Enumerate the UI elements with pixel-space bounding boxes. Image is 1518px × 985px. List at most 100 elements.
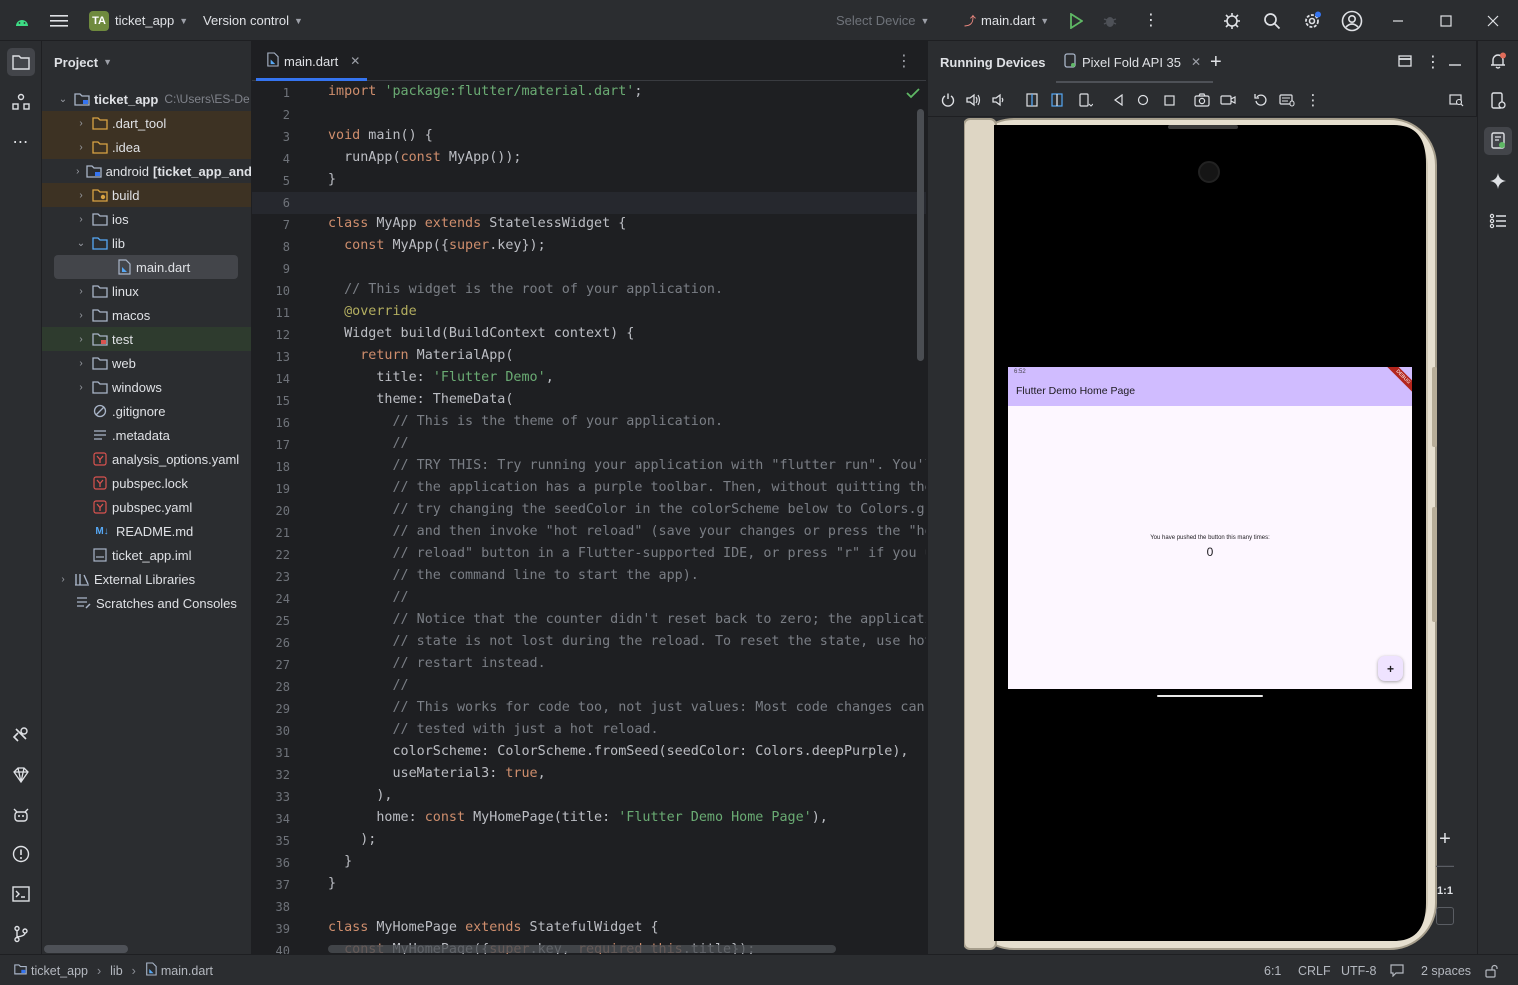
structure-tool-button[interactable] <box>7 88 35 116</box>
notifications-button[interactable] <box>1484 47 1512 75</box>
tree-item-label: build <box>112 187 140 203</box>
home-button[interactable] <box>1134 91 1152 109</box>
back-button[interactable] <box>1109 91 1127 109</box>
more-actions-button[interactable]: ⋮ <box>1143 0 1159 41</box>
read-only-toggle[interactable] <box>1485 955 1499 985</box>
problems-tool-button[interactable] <box>7 840 35 868</box>
version-control-tool-button[interactable] <box>7 920 35 948</box>
editor-horizontal-scrollbar[interactable] <box>328 945 836 953</box>
tree-item-scratches[interactable]: Scratches and Consoles <box>42 591 251 615</box>
inspections-button[interactable] <box>1390 955 1404 985</box>
panel-options-button[interactable]: ⋮ <box>1425 52 1441 72</box>
line-number: 7 <box>282 218 290 232</box>
add-device-tab-button[interactable]: + <box>1210 51 1222 74</box>
screenshot-button[interactable] <box>1193 91 1211 109</box>
flutter-inspector-button[interactable] <box>7 721 35 749</box>
file-encoding[interactable]: UTF-8 <box>1341 955 1376 985</box>
search-button[interactable] <box>1263 0 1281 41</box>
flutter-app-screen[interactable]: 6:52 Flutter Demo Home Page DEBUG You ha… <box>1008 367 1412 689</box>
tree-item-pubspec-yaml[interactable]: pubspec.yaml <box>42 495 251 519</box>
project-switcher[interactable]: TA ticket_app ▼ <box>89 0 188 41</box>
tree-item-readme[interactable]: M↓ README.md <box>42 519 251 543</box>
device-manager-button[interactable] <box>1222 0 1242 41</box>
code-editor[interactable]: 1 2 3 4 5 6 7 8 9 10 11 12 13 14 15 16 17 18 19 20 21 22 23 24 2… <box>252 81 926 954</box>
tree-item-iml[interactable]: ticket_app.iml <box>42 543 251 567</box>
tree-item-metadata[interactable]: .metadata <box>42 423 251 447</box>
tab-device[interactable]: Pixel Fold API 35 ✕ <box>1052 41 1214 83</box>
gesture-nav-bar[interactable] <box>1157 695 1263 697</box>
build-variants-button[interactable] <box>1484 207 1512 235</box>
overview-button[interactable] <box>1160 91 1178 109</box>
more-tools-button[interactable]: ⋯ <box>7 128 35 156</box>
increment-fab[interactable]: + <box>1378 656 1403 681</box>
power-button[interactable] <box>939 91 957 109</box>
logcat-tool-button[interactable] <box>7 801 35 829</box>
tree-item-linux[interactable]: › linux <box>42 279 251 303</box>
breadcrumb-item[interactable]: lib <box>110 964 123 978</box>
tree-item-web[interactable]: › web <box>42 351 251 375</box>
diamond-icon <box>13 767 29 784</box>
vcs-menu[interactable]: Version control ▼ <box>203 0 303 41</box>
fold-open-button[interactable] <box>1048 91 1066 109</box>
tree-item-dart-tool[interactable]: › .dart_tool <box>42 111 251 135</box>
project-scrollbar[interactable] <box>44 945 128 953</box>
zoom-in-button[interactable]: + <box>1433 827 1457 851</box>
tree-item-pubspec-lock[interactable]: pubspec.lock <box>42 471 251 495</box>
volume-up-button[interactable] <box>964 91 982 109</box>
maximize-button[interactable] <box>1440 0 1452 41</box>
tree-item-macos[interactable]: › macos <box>42 303 251 327</box>
layout-toggle-button[interactable] <box>1398 54 1412 70</box>
running-devices-title: Running Devices <box>940 54 1046 70</box>
record-button[interactable] <box>1219 91 1237 109</box>
breadcrumb-item[interactable]: ticket_app <box>31 964 88 978</box>
close-window-button[interactable] <box>1487 0 1499 41</box>
tab-main-dart[interactable]: main.dart ✕ <box>252 41 367 81</box>
volume-down-button[interactable] <box>989 91 1007 109</box>
tree-item-lib[interactable]: ⌄ lib <box>42 231 251 255</box>
project-tool-button[interactable] <box>7 48 35 76</box>
tab-options-button[interactable]: ⋮ <box>896 51 912 71</box>
zoom-fit-button[interactable] <box>1436 907 1454 925</box>
fold-state-button[interactable] <box>1076 91 1094 109</box>
device-manager-tool-button[interactable] <box>1484 87 1512 115</box>
terminal-tool-button[interactable] <box>7 880 35 908</box>
close-tab-icon[interactable]: ✕ <box>350 54 360 68</box>
running-devices-tool-button[interactable] <box>1484 127 1512 155</box>
breadcrumb-item[interactable]: main.dart <box>161 964 213 978</box>
tree-item-windows[interactable]: › windows <box>42 375 251 399</box>
more-device-actions-button[interactable]: ⋮ <box>1304 91 1322 109</box>
fold-left-button[interactable] <box>1023 91 1041 109</box>
tree-item-ios[interactable]: › ios <box>42 207 251 231</box>
main-menu-button[interactable] <box>50 0 68 41</box>
close-tab-icon[interactable]: ✕ <box>1191 55 1201 69</box>
tree-item-main-dart[interactable]: main.dart <box>54 255 238 279</box>
line-ending[interactable]: CRLF <box>1298 955 1331 985</box>
tree-item-android[interactable]: › android [ticket_app_and <box>42 159 251 183</box>
zoom-out-button[interactable]: — <box>1433 853 1457 877</box>
rotate-button[interactable] <box>1252 91 1270 109</box>
caret-position[interactable]: 6:1 <box>1264 955 1281 985</box>
layout-inspector-button[interactable] <box>1447 91 1465 109</box>
run-button[interactable] <box>1069 0 1083 41</box>
debug-button[interactable] <box>1102 0 1118 41</box>
project-panel-header[interactable]: Project ▼ <box>42 41 251 83</box>
tree-item-gitignore[interactable]: .gitignore <box>42 399 251 423</box>
run-config-selector[interactable]: ⤴ main.dart ▼ <box>964 0 1049 41</box>
account-button[interactable] <box>1341 0 1363 41</box>
tree-item-test[interactable]: › test <box>42 327 251 351</box>
gemini-button[interactable] <box>1484 167 1512 195</box>
tree-item-idea[interactable]: › .idea <box>42 135 251 159</box>
settings-button[interactable] <box>1302 0 1322 41</box>
editor-vertical-scrollbar[interactable] <box>917 109 924 361</box>
tree-item-external-libraries[interactable]: › External Libraries <box>42 567 251 591</box>
device-selector[interactable]: Select Device ▼ <box>836 0 929 41</box>
hide-panel-button[interactable] <box>1449 55 1461 70</box>
minimize-button[interactable] <box>1392 0 1404 41</box>
tree-root[interactable]: ⌄ ticket_app C:\Users\ES-De <box>42 87 251 111</box>
zoom-actual-size-button[interactable]: 1:1 <box>1433 879 1457 903</box>
indent-setting[interactable]: 2 spaces <box>1421 955 1471 985</box>
tree-item-analysis-options[interactable]: analysis_options.yaml <box>42 447 251 471</box>
keyboard-button[interactable] <box>1278 91 1296 109</box>
tree-item-build[interactable]: › build <box>42 183 251 207</box>
gemini-tool-button[interactable] <box>7 761 35 789</box>
